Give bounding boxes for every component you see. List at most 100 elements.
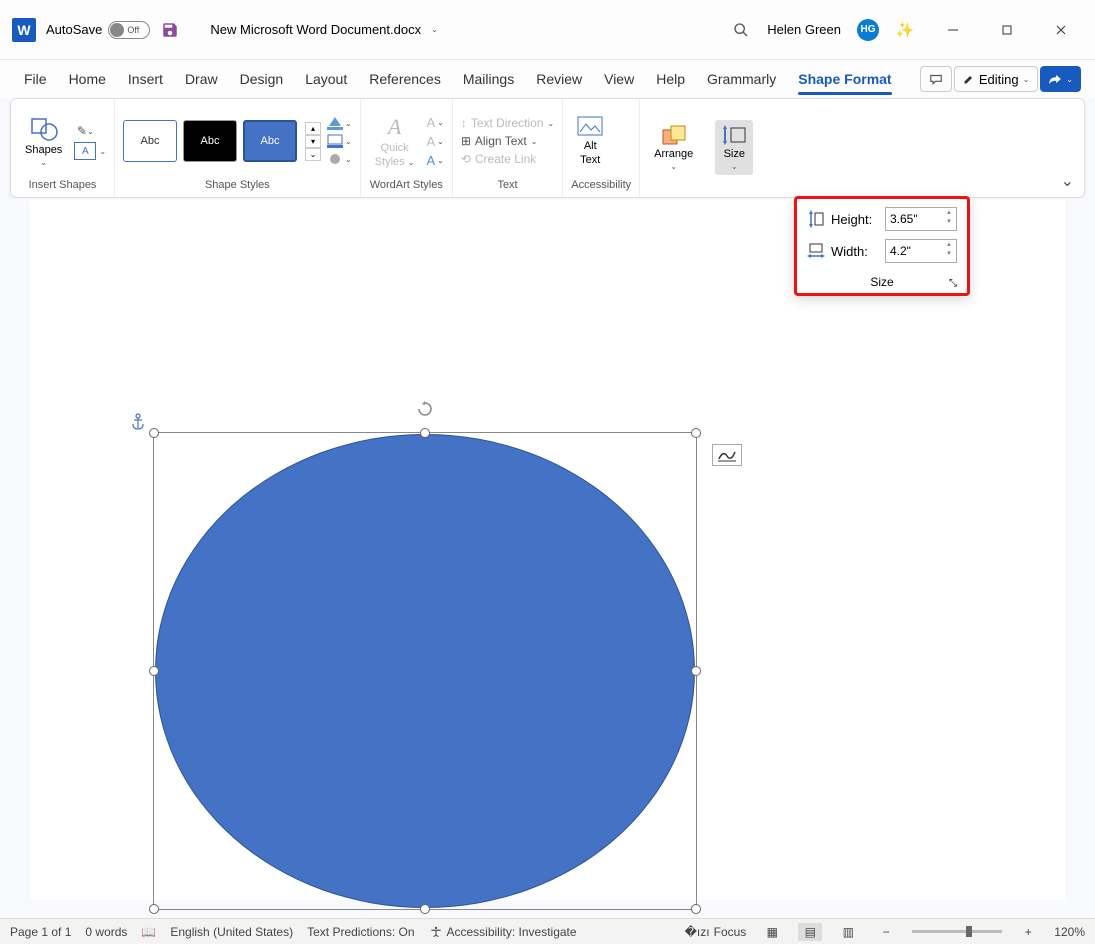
accessibility-status[interactable]: Accessibility: Investigate [429,925,577,939]
print-layout-icon[interactable]: ▤ [798,923,822,941]
word-app-icon: W [12,18,36,42]
chevron-down-icon[interactable]: ⌄ [99,147,106,156]
resize-handle-ne[interactable] [691,428,701,438]
alt-text-button[interactable]: Alt Text [571,112,609,170]
style-preset-1[interactable]: Abc [123,120,177,162]
height-spin-up[interactable]: ▴ [944,209,954,218]
share-button[interactable]: ⌄ [1040,66,1081,92]
autosave-toggle[interactable]: Off [108,21,150,39]
tab-layout[interactable]: Layout [295,65,357,93]
tab-insert[interactable]: Insert [118,65,173,93]
width-spin-up[interactable]: ▴ [944,241,954,250]
spell-check-icon[interactable]: 📖 [141,925,156,939]
width-input[interactable]: 4.2" ▴▾ [885,239,957,263]
text-predictions[interactable]: Text Predictions: On [307,925,414,939]
group-text: ↕Text Direction⌄ ⊞Align Text⌄ ⟲Create Li… [453,99,563,197]
zoom-in-button[interactable]: + [1016,923,1040,941]
close-button[interactable] [1039,16,1083,44]
zoom-slider[interactable] [912,930,1002,933]
web-layout-icon[interactable]: ▥ [836,923,860,941]
autosave-control[interactable]: AutoSave Off [46,21,150,39]
zoom-out-button[interactable]: − [874,923,898,941]
style-gallery-nav: ▴ ▾ ⌄ [305,122,321,161]
comments-button[interactable] [920,66,952,92]
style-more-button[interactable]: ⌄ [305,148,321,161]
shape-effects-button[interactable]: ⌄ [327,152,352,166]
ellipse-shape[interactable] [155,434,695,908]
size-button[interactable]: Size ⌄ [715,120,753,175]
resize-handle-n[interactable] [420,428,430,438]
resize-handle-s[interactable] [420,904,430,914]
tab-references[interactable]: References [359,65,451,93]
shapes-gallery-button[interactable]: Shapes ⌄ [19,112,68,171]
dialog-launcher-icon[interactable]: ⤡ [949,278,957,289]
document-title[interactable]: New Microsoft Word Document.docx [210,22,421,37]
group-label: Text [461,179,554,193]
width-spin-down[interactable]: ▾ [944,250,954,259]
chevron-down-icon: ⌄ [670,162,677,171]
text-box-icon[interactable]: A [74,142,96,160]
height-icon [807,210,825,228]
word-count[interactable]: 0 words [85,925,127,939]
tab-review[interactable]: Review [526,65,592,93]
text-fill-button: A⌄ [426,115,443,130]
tab-grammarly[interactable]: Grammarly [697,65,786,93]
tab-shape-format[interactable]: Shape Format [788,65,901,93]
page-indicator[interactable]: Page 1 of 1 [10,925,71,939]
shape-fill-button[interactable]: ⌄ [327,116,352,130]
tab-home[interactable]: Home [59,65,116,93]
tab-help[interactable]: Help [646,65,695,93]
resize-handle-sw[interactable] [149,904,159,914]
tab-file[interactable]: File [14,65,57,93]
chevron-down-icon: ⌄ [731,162,738,171]
group-size: Size ⌄ [707,99,761,197]
layout-options-button[interactable] [712,444,742,466]
edit-shape-icon[interactable]: ✎⌄ [74,122,96,140]
document-canvas[interactable] [0,198,1095,918]
anchor-icon[interactable] [130,413,146,436]
height-label: Height: [831,212,879,227]
minimize-button[interactable] [931,16,975,44]
resize-handle-se[interactable] [691,904,701,914]
shape-outline-button[interactable]: ⌄ [327,134,352,148]
focus-mode-button[interactable]: �ızı Focus [685,925,747,939]
ribbon-collapse-button[interactable]: ⌄ [1061,171,1074,191]
style-prev-button[interactable]: ▴ [305,122,321,135]
align-text-button[interactable]: ⊞Align Text⌄ [461,134,554,148]
tab-mailings[interactable]: Mailings [453,65,524,93]
editing-mode-button[interactable]: Editing ⌄ [954,66,1038,92]
title-bar: W AutoSave Off New Microsoft Word Docume… [0,0,1095,60]
height-spin-down[interactable]: ▾ [944,218,954,227]
tab-draw[interactable]: Draw [175,65,228,93]
resize-handle-e[interactable] [691,666,701,676]
style-preset-3[interactable]: Abc [243,120,297,162]
maximize-button[interactable] [985,16,1029,44]
user-avatar[interactable]: HG [857,19,879,41]
autosave-label: AutoSave [46,22,102,37]
status-bar: Page 1 of 1 0 words 📖 English (United St… [0,918,1095,944]
read-mode-icon[interactable]: ▦ [760,923,784,941]
rotate-handle[interactable] [417,401,433,417]
group-shape-styles: Abc Abc Abc ▴ ▾ ⌄ ⌄ ⌄ ⌄ Shape Styles [115,99,361,197]
arrange-button[interactable]: Arrange ⌄ [648,120,699,175]
magic-wand-icon[interactable]: ✨ [889,16,921,44]
shape-selection-box[interactable] [153,432,697,910]
user-name[interactable]: Helen Green [767,22,841,37]
resize-handle-nw[interactable] [149,428,159,438]
tab-view[interactable]: View [594,65,644,93]
height-input[interactable]: 3.65" ▴▾ [885,207,957,231]
group-label: Accessibility [571,179,631,193]
zoom-thumb[interactable] [966,926,972,937]
group-label: Shape Styles [123,179,352,193]
search-icon[interactable] [725,16,757,44]
tab-design[interactable]: Design [230,65,294,93]
resize-handle-w[interactable] [149,666,159,676]
title-dropdown-icon[interactable]: ⌄ [431,25,438,34]
style-preset-2[interactable]: Abc [183,120,237,162]
style-next-button[interactable]: ▾ [305,135,321,148]
zoom-level[interactable]: 120% [1054,925,1085,939]
language-indicator[interactable]: English (United States) [170,925,293,939]
text-effects-button: A⌄ [426,153,443,168]
size-panel: Height: 3.65" ▴▾ Width: 4.2" ▴▾ Size ⤡ [794,196,970,296]
save-icon[interactable] [160,20,180,40]
